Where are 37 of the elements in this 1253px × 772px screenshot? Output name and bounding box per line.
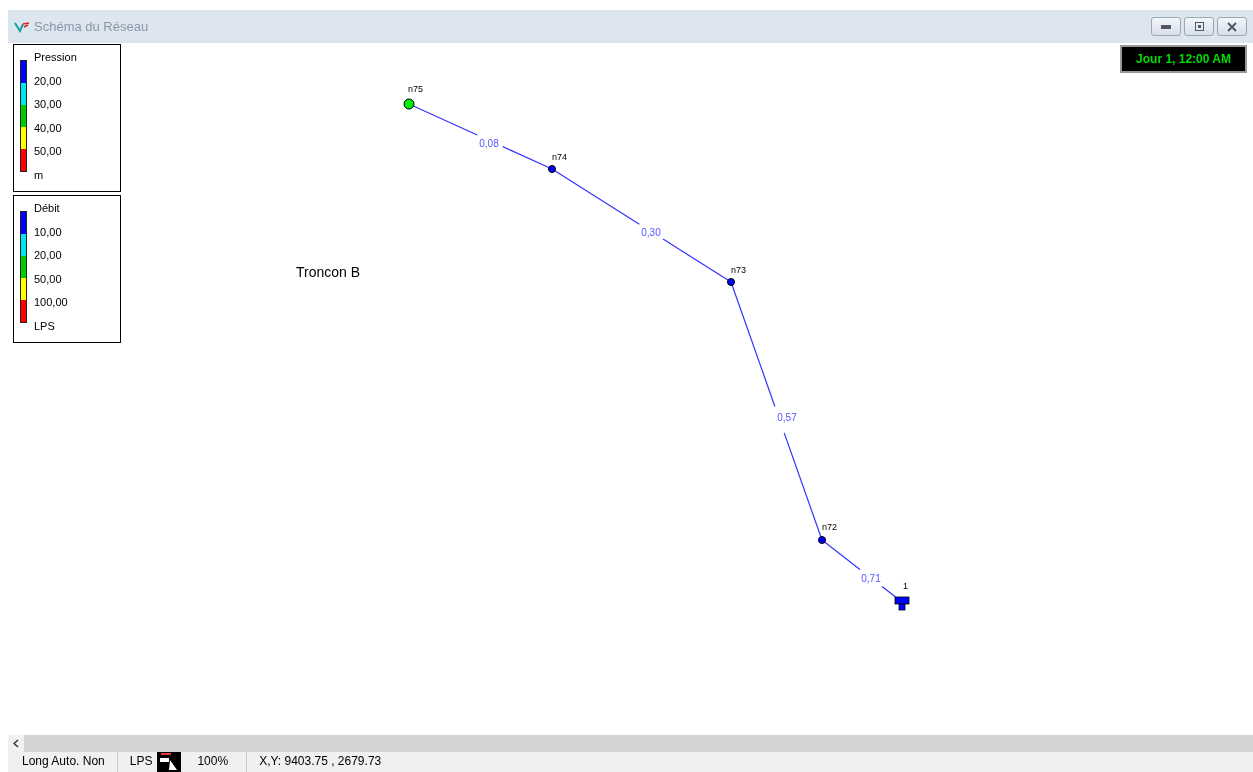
node-label: 1 <box>903 581 908 591</box>
status-text: Long Auto. Non <box>8 752 118 772</box>
restore-icon <box>1194 22 1204 31</box>
legend-title: Pression <box>34 50 77 65</box>
close-button[interactable] <box>1217 17 1247 36</box>
node-label: n74 <box>552 152 568 162</box>
node-label: n73 <box>731 265 747 275</box>
minimize-button[interactable] <box>1151 17 1181 36</box>
legend-value: 40,00 <box>34 120 63 136</box>
status-text: 100% <box>181 752 248 772</box>
legend-value: 50,00 <box>34 271 63 287</box>
legend-value: 10,00 <box>34 224 63 240</box>
legend-value: 50,00 <box>34 144 63 159</box>
flow-value: 0,08 <box>479 138 499 149</box>
node-label: n72 <box>822 522 838 532</box>
legend-unit: LPS <box>34 318 56 334</box>
time-display: Jour 1, 12:00 AM <box>1120 45 1247 73</box>
app-logo-icon <box>14 20 30 33</box>
horizontal-scrollbar[interactable] <box>8 735 1253 752</box>
legend-value: 30,00 <box>34 97 63 112</box>
flow-value: 0,57 <box>777 412 797 423</box>
status-text: X,Y: 9403.75 , 2679.73 <box>258 753 383 770</box>
scroll-left-icon[interactable] <box>8 735 24 752</box>
node-label: n75 <box>408 84 424 94</box>
legend-value: 20,00 <box>34 248 63 263</box>
legend-title: Débit <box>34 201 61 216</box>
window-title: Schéma du Réseau <box>34 19 149 34</box>
close-icon <box>1227 21 1237 32</box>
minimize-icon <box>1161 24 1171 29</box>
map-label: Troncon B <box>296 264 361 280</box>
legend-value: 20,00 <box>34 73 63 89</box>
flow-mode-icon <box>157 752 182 772</box>
flow-value: 0,30 <box>641 227 661 238</box>
legend-value: 100,00 <box>34 295 68 310</box>
flow-value: 0,71 <box>861 573 881 584</box>
restore-button[interactable] <box>1184 17 1214 36</box>
legend-unit: m <box>34 167 45 183</box>
